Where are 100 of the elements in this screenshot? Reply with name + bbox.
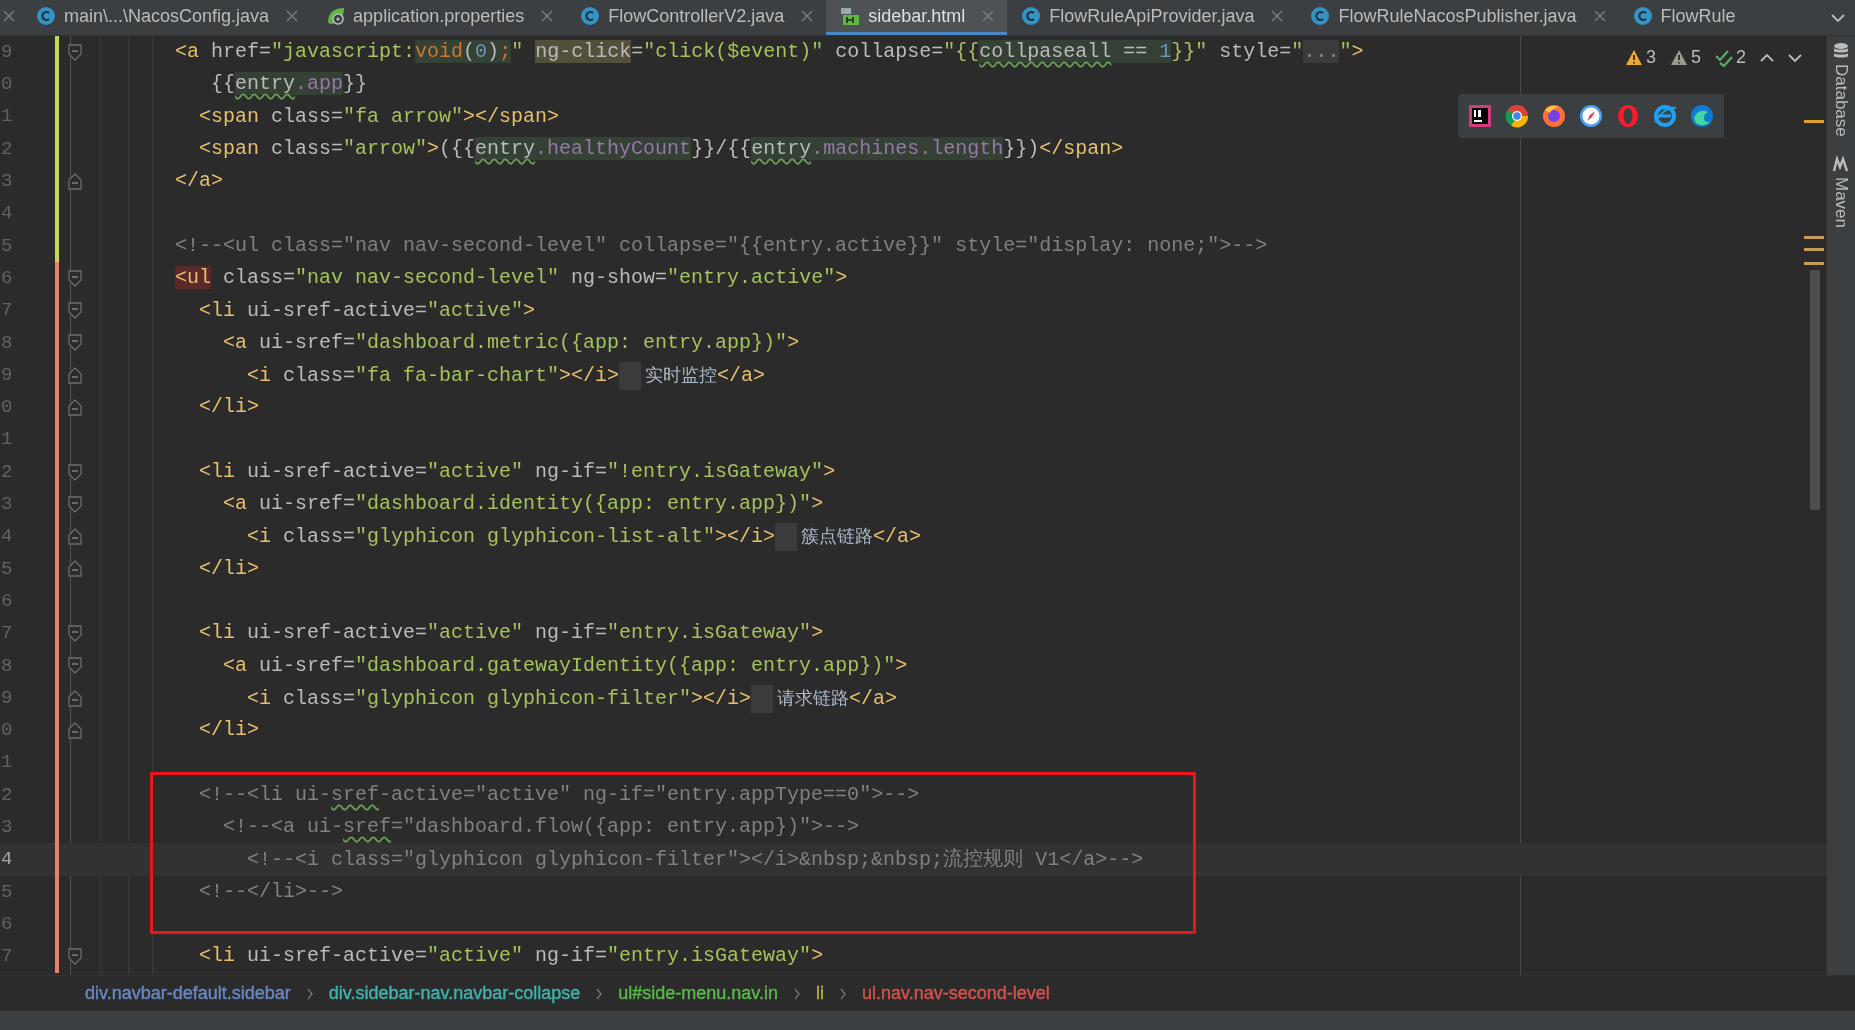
code-line: </li> (198, 555, 259, 582)
line-number: 1 (0, 104, 14, 130)
database-icon (1832, 42, 1850, 60)
breadcrumb-link[interactable]: ul#side-menu.nav.in (618, 980, 779, 1007)
unfold-icon[interactable] (68, 172, 82, 190)
line-number: 0 (0, 72, 14, 98)
fold-icon[interactable] (68, 334, 82, 352)
unfold-icon[interactable] (68, 721, 82, 739)
line-number: 7 (0, 944, 14, 970)
close-icon[interactable] (540, 9, 555, 23)
editor-tab[interactable]: FlowRuleNacosPublisher.java (1296, 0, 1619, 35)
line-number: 8 (0, 653, 14, 679)
code-line: <i class="glyphicon glyphicon-list-alt"></i> 簇点链路</a> (246, 524, 922, 551)
breadcrumb-link[interactable]: div.sidebar-nav.navbar-collapse (328, 980, 581, 1007)
editor-tab[interactable]: FlowRule (1618, 0, 1748, 35)
unfold-icon[interactable] (68, 398, 82, 416)
fold-icon[interactable] (68, 463, 82, 481)
unfold-icon[interactable] (68, 366, 82, 384)
fold-icon[interactable] (68, 43, 82, 61)
editor-tab[interactable]: FlowRuleApiProvider.java (1007, 0, 1297, 35)
line-number: 3 (0, 169, 14, 195)
leaf-gear-icon (325, 6, 346, 26)
line-number: 2 (0, 459, 14, 485)
tool-window-button[interactable]: Database (1828, 42, 1854, 137)
fold-icon[interactable] (68, 269, 82, 287)
line-number: 5 (0, 233, 14, 259)
code-line: <!--<ul class="nav nav-second-level" collapse="{{entry.active}}" style="display: none;">--> (175, 232, 1268, 259)
code-line: <!--</li>--> (198, 878, 344, 905)
line-number: 8 (0, 330, 14, 356)
fold-icon[interactable] (68, 302, 82, 319)
inspection-count-button[interactable]: 5 (1667, 44, 1703, 71)
unfold-icon[interactable] (68, 689, 82, 707)
warning-icon (1669, 49, 1688, 66)
close-icon[interactable] (800, 9, 815, 23)
browser-icon[interactable] (1579, 104, 1603, 128)
line-number: 9 (0, 362, 14, 388)
fold-icon[interactable] (68, 495, 82, 513)
close-icon[interactable] (1270, 9, 1285, 23)
code-line: <!--<i class="glyphicon glyphicon-filter"></i>&nbsp;&nbsp;流控规则 V1</a>--> (246, 846, 1144, 873)
code-line: <span class="arrow">({{entry.healthyCount}}/{{entry.machines.length}})</span> (198, 136, 1124, 163)
code-line: <li ui-sref-active="active" ng-if="!entry.isGateway"> (198, 459, 836, 485)
code-line: </li> (198, 717, 259, 744)
code-line: <span class="fa arrow"></span> (198, 103, 560, 130)
browser-icon[interactable] (1542, 104, 1566, 128)
line-number: 2 (0, 136, 14, 162)
line-number: 4 (0, 201, 14, 227)
line-number: 3 (0, 815, 14, 840)
class-icon (1021, 6, 1042, 26)
line-number: 5 (0, 879, 14, 905)
double-check-icon (1715, 48, 1733, 67)
code-line: </li> (198, 394, 259, 421)
browser-icon[interactable] (1690, 104, 1714, 128)
editor-tab[interactable]: main\...\NacosConfig.java (22, 0, 312, 35)
ide-logo-icon[interactable] (1468, 104, 1492, 128)
code-line: <li ui-sref-active="active" ng-if="entry.isGateway"> (198, 620, 824, 647)
class-icon (1632, 6, 1653, 26)
browser-icon[interactable] (1505, 104, 1529, 128)
inspection-count-button[interactable]: 2 (1713, 44, 1748, 71)
line-number: 6 (0, 588, 14, 614)
breadcrumb-link[interactable]: ul.nav.nav-second-level (862, 980, 1050, 1007)
editor-tab[interactable]: sidebar.html (826, 0, 1008, 35)
line-number: 6 (0, 265, 14, 291)
tool-window-button[interactable]: Maven (1828, 154, 1854, 228)
fold-icon[interactable] (68, 625, 82, 642)
editor-tab[interactable]: application.properties (311, 0, 567, 35)
line-number: 2 (0, 782, 14, 808)
code-line: <a ui-sref="dashboard.gatewayIdentity({app: entry.app})"> (222, 652, 908, 679)
class-icon (36, 6, 56, 26)
line-number: 4 (0, 524, 14, 550)
line-number: 9 (0, 685, 14, 711)
line-number: 5 (0, 556, 14, 582)
line-number: 9 (0, 39, 14, 65)
line-number: 7 (0, 621, 14, 647)
close-icon[interactable] (2, 9, 16, 23)
class-icon (1310, 6, 1331, 26)
line-number: 7 (0, 298, 14, 324)
class-icon (580, 6, 601, 26)
scrollbar-thumb[interactable] (1810, 270, 1820, 510)
code-line: <!--<a ui-sref="dashboard.flow({app: entry.app})">--> (222, 814, 860, 841)
breadcrumb-link[interactable]: li (816, 980, 825, 1007)
close-icon[interactable] (981, 9, 996, 23)
code-line: {{entry.app}} (210, 71, 368, 98)
unfold-icon[interactable] (68, 560, 82, 578)
fold-icon[interactable] (68, 657, 82, 675)
close-icon[interactable] (1592, 9, 1607, 23)
close-icon[interactable] (285, 9, 300, 23)
code-line: <a ui-sref="dashboard.identity({app: entry.app})"> (222, 491, 824, 518)
line-number: 1 (0, 750, 14, 776)
fold-icon[interactable] (68, 947, 82, 965)
editor-tab[interactable]: FlowControllerV2.java (566, 0, 827, 35)
code-line: <a href="javascript:void(0);" ng-click="click($event)" collapse="{{collpaseall == 1}}" style="..."> (175, 39, 1364, 66)
unfold-icon[interactable] (68, 528, 82, 546)
line-number: 3 (0, 492, 14, 518)
line-number: 6 (0, 911, 14, 937)
breadcrumb-link[interactable]: div.navbar-default.sidebar (85, 980, 291, 1007)
code-line: <i class="glyphicon glyphicon-filter"></i> 请求链路</a> (175, 683, 898, 713)
line-number: 0 (0, 395, 14, 421)
inspection-count-button[interactable]: 3 (1622, 44, 1658, 71)
line-number: 4 (0, 847, 14, 873)
maven-icon (1832, 154, 1850, 173)
